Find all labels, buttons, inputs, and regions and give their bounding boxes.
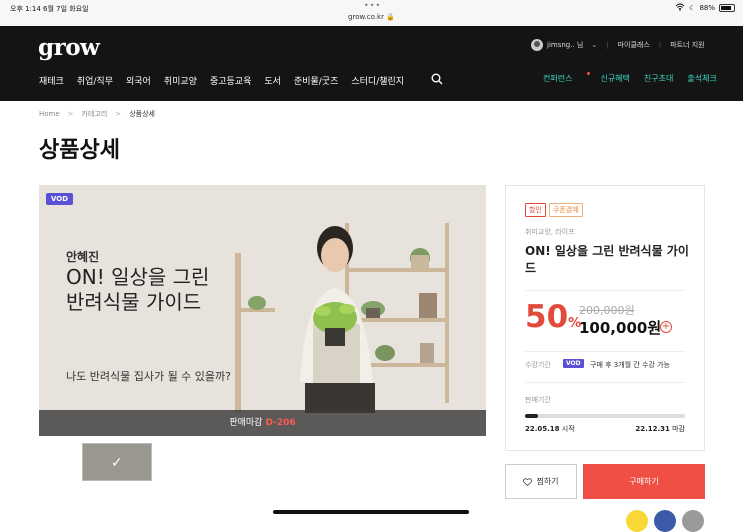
search-icon[interactable]: [431, 73, 443, 85]
avatar[interactable]: [531, 39, 543, 51]
product-info-panel: 할인 쿠폰결제 취미교양, 라이프 ON! 일상을 그린 반려식물 가이드 50…: [505, 185, 705, 451]
user-name[interactable]: jimsng.. 님: [547, 40, 583, 50]
deadline-dday: D-206: [265, 418, 296, 428]
thumbnail-selected[interactable]: ✓: [82, 443, 152, 481]
sale-end: 22.12.31 마감: [635, 424, 685, 434]
sale-deadline-bar: 판매마감 D-206: [39, 410, 486, 436]
sale-start: 22.05.18 시작: [525, 424, 575, 434]
nav-conference-label: 컨퍼런스: [543, 74, 573, 83]
period-label: 수강기간: [525, 361, 551, 369]
page-title: 상품상세: [39, 138, 120, 163]
hero-photo-illustration: [235, 223, 449, 413]
link-share-icon[interactable]: [682, 510, 704, 532]
deadline-label: 판매마감: [229, 418, 263, 428]
product-title: ON! 일상을 그린 반려식물 가이드: [525, 244, 689, 275]
nav-new-benefits[interactable]: 신규혜택: [600, 73, 629, 84]
lock-icon: 🔒: [386, 13, 395, 21]
wifi-icon: [675, 3, 685, 13]
nav-item-career[interactable]: 취업/직무: [77, 74, 113, 87]
hero-author: 안혜진: [66, 250, 100, 264]
tag-sale: 할인: [525, 203, 546, 217]
original-price: 200,000원: [579, 304, 635, 317]
logo-text: grow: [38, 34, 100, 61]
product-hero-image[interactable]: VOD 안혜진 ON! 일상을 그린 반려식물 가이드 나도 반려식물 집사가 …: [39, 185, 486, 436]
hero-subtitle: 나도 반려식물 집사가 될 수 있을까?: [66, 370, 232, 383]
battery-percent: 88%: [699, 4, 715, 12]
user-menu: jimsng.. 님 ⌄ | 마이클래스 | 파트너 지원: [531, 39, 705, 51]
nav-item-books[interactable]: 도서: [264, 74, 281, 87]
new-dot-icon: [587, 72, 591, 75]
moon-icon: ☾: [689, 4, 696, 12]
discount-rate: 50%: [525, 299, 581, 335]
buy-label: 구매하기: [629, 477, 659, 486]
breadcrumb-home[interactable]: Home: [39, 110, 60, 118]
status-right: ☾ 88%: [675, 3, 735, 13]
product-category: 취미교양, 라이프: [525, 228, 575, 236]
discount-value: 50: [525, 299, 569, 335]
breadcrumb-category[interactable]: 카테고리: [82, 109, 108, 119]
nav-invite-friends[interactable]: 친구초대: [644, 73, 673, 84]
sale-period-progress: [525, 414, 685, 418]
nav-conference[interactable]: 컨퍼런스: [543, 72, 591, 84]
status-bar: 오후 1:14 6월 7일 화요일 ••• grow.co.kr 🔒 ☾ 88%: [0, 0, 743, 26]
promo-nav: 컨퍼런스 신규혜택 친구초대 출석체크: [543, 72, 731, 84]
address-bar[interactable]: grow.co.kr 🔒: [0, 13, 743, 21]
home-indicator[interactable]: [273, 510, 469, 514]
main-nav: 재테크 취업/직무 외국어 취미교양 중고등교육 도서 준비물/굿즈 스터디/챌…: [39, 74, 417, 87]
breadcrumb-current: 상품상세: [129, 110, 155, 118]
nav-item-finance[interactable]: 재테크: [39, 74, 64, 87]
divider: |: [658, 41, 662, 49]
chevron-right-icon: >: [115, 110, 122, 118]
period-vod-badge: VOD: [563, 359, 584, 368]
nav-attendance[interactable]: 출석체크: [687, 73, 716, 84]
nav-item-hobby[interactable]: 취미교양: [164, 74, 197, 87]
start-date: 22.05.18: [525, 425, 560, 433]
period-text: 구매 후 3개월 간 수강 가능: [590, 361, 670, 369]
battery-fill: [721, 6, 732, 10]
divider: [525, 351, 685, 352]
chevron-right-icon: >: [67, 110, 74, 118]
tag-coupon: 쿠폰결제: [548, 203, 583, 217]
start-suffix: 시작: [561, 425, 575, 433]
url-text: grow.co.kr: [348, 13, 384, 21]
partner-link[interactable]: 파트너 지원: [670, 40, 704, 50]
sale-price: 100,000원: [579, 319, 662, 337]
facebook-share-icon[interactable]: [654, 510, 676, 532]
end-date: 22.12.31: [635, 425, 670, 433]
logo[interactable]: grow: [38, 34, 100, 61]
divider: |: [606, 41, 609, 49]
product-tags: 할인 쿠폰결제: [525, 203, 583, 217]
nav-item-study[interactable]: 스터디/챌린지: [351, 74, 404, 87]
divider: [525, 290, 685, 291]
end-suffix: 마감: [672, 425, 685, 433]
hero-title-line2: 반려식물 가이드: [66, 290, 202, 314]
site-header: grow jimsng.. 님 ⌄ | 마이클래스 | 파트너 지원 재테크 취…: [0, 26, 743, 101]
heart-icon: [523, 477, 533, 486]
hero-title: ON! 일상을 그린 반려식물 가이드: [66, 265, 209, 315]
wish-button[interactable]: 찜하기: [505, 464, 577, 499]
sale-period-progress-fill: [525, 414, 538, 418]
nav-item-education[interactable]: 중고등교육: [210, 74, 251, 87]
chevron-down-icon[interactable]: ⌄: [591, 41, 597, 49]
buy-button[interactable]: 구매하기: [583, 464, 705, 499]
my-class-link[interactable]: 마이클래스: [618, 40, 650, 50]
kakao-share-icon[interactable]: [626, 510, 648, 532]
hero-title-line1: ON! 일상을 그린: [66, 265, 210, 289]
plus-circle-icon[interactable]: +: [660, 321, 672, 333]
sale-period-label: 판매기간: [525, 396, 551, 404]
divider: [525, 382, 685, 383]
check-icon: ✓: [111, 455, 123, 471]
vod-badge: VOD: [46, 193, 74, 205]
battery-icon: [719, 4, 735, 12]
more-dots-icon[interactable]: •••: [364, 1, 381, 10]
breadcrumb: Home > 카테고리 > 상품상세: [39, 109, 155, 119]
wish-label: 찜하기: [536, 477, 559, 486]
nav-item-goods[interactable]: 준비물/굿즈: [294, 74, 338, 87]
nav-item-language[interactable]: 외국어: [126, 74, 151, 87]
